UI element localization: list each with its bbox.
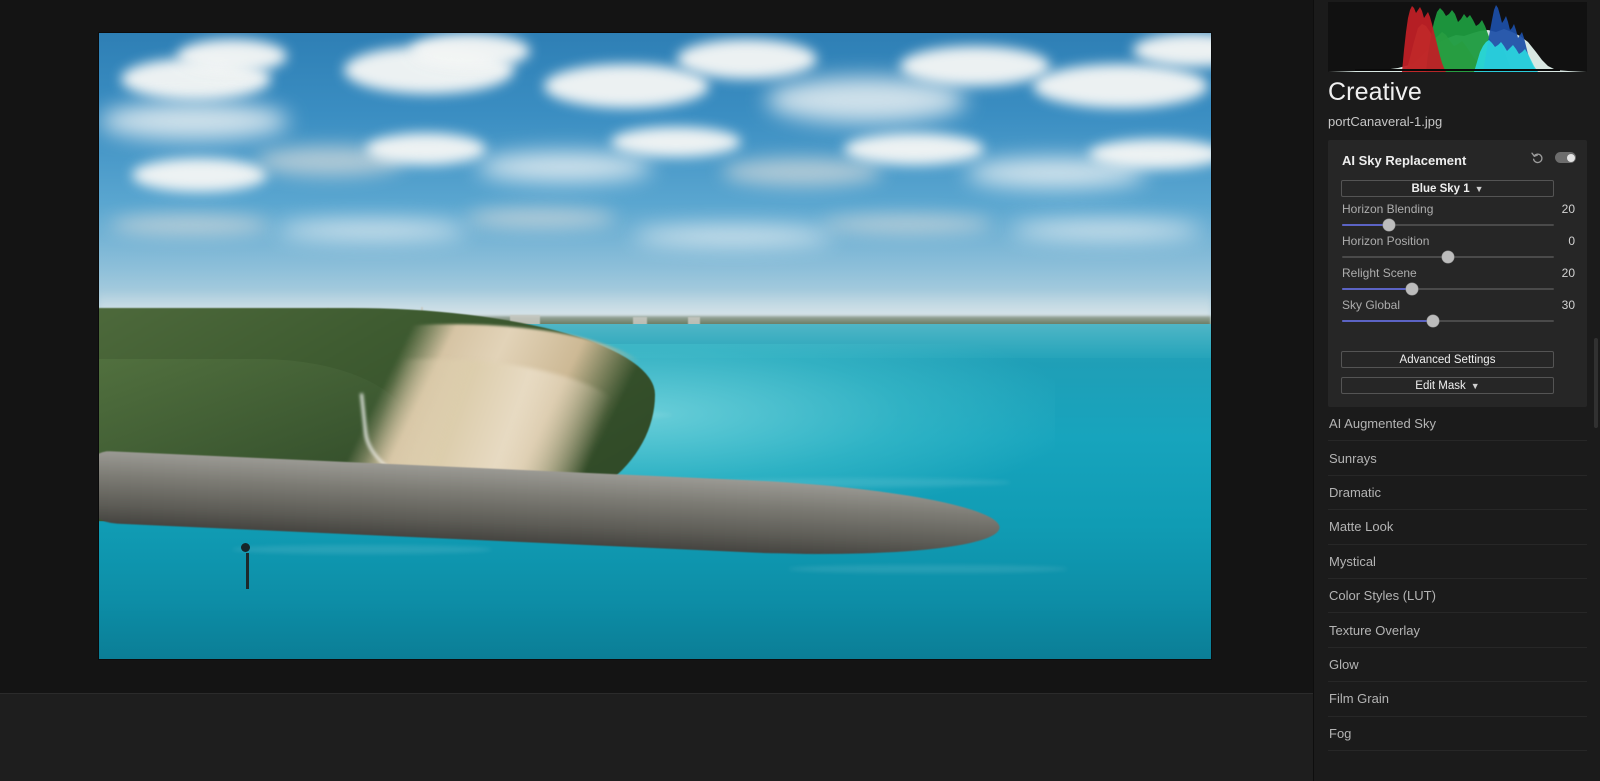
slider-fill xyxy=(1342,288,1412,290)
list-item[interactable]: Color Styles (LUT) xyxy=(1328,579,1587,614)
cloud xyxy=(1033,64,1209,109)
slider-label: Sky Global xyxy=(1342,298,1401,312)
list-item[interactable]: Fog xyxy=(1328,717,1587,751)
slider-track[interactable] xyxy=(1342,315,1554,327)
list-item[interactable]: Sunrays xyxy=(1328,441,1587,476)
list-item-label: Sunrays xyxy=(1329,450,1377,466)
list-item-label: Mystical xyxy=(1329,553,1376,569)
list-item[interactable]: Film Grain xyxy=(1328,682,1587,717)
slider-label: Horizon Blending xyxy=(1342,202,1434,216)
wave-highlight xyxy=(232,545,493,555)
cloud xyxy=(821,214,992,233)
slider-value: 0 xyxy=(1568,234,1575,248)
sidebar-scrollbar[interactable] xyxy=(1594,338,1598,428)
cloud xyxy=(610,126,741,157)
slider-value: 20 xyxy=(1561,202,1575,216)
undo-reset-icon[interactable] xyxy=(1531,151,1544,164)
slider-track[interactable] xyxy=(1342,219,1554,231)
slider-fill xyxy=(1342,224,1389,226)
cloud xyxy=(276,220,467,239)
creative-module-list: AI Augmented Sky Sunrays Dramatic Matte Loo… xyxy=(1328,407,1587,751)
slider-label: Relight Scene xyxy=(1342,266,1417,280)
list-item[interactable]: Mystical xyxy=(1328,545,1587,579)
module-header-icons xyxy=(1531,151,1576,164)
edit-mask-label: Edit Mask xyxy=(1415,379,1466,392)
visibility-toggle[interactable] xyxy=(1555,152,1576,163)
luminar-editor-window: PORTCANAVERAL-1.JPG ★ ★ xyxy=(0,0,1600,781)
edit-sidebar: Creative portCanaveral-1.jpg AI Sky Repl… xyxy=(1313,0,1600,781)
list-item[interactable]: Texture Overlay xyxy=(1328,613,1587,648)
slider-value: 20 xyxy=(1561,266,1575,280)
cloud xyxy=(176,39,287,74)
photo-viewport[interactable] xyxy=(99,33,1211,659)
list-item-label: Film Grain xyxy=(1329,691,1389,707)
slider-handle[interactable] xyxy=(1442,251,1454,263)
cloud xyxy=(99,101,289,140)
cloud xyxy=(766,76,967,123)
wave-highlight xyxy=(788,565,1069,574)
list-item-label: Dramatic xyxy=(1329,484,1382,500)
cloud xyxy=(899,45,1050,86)
list-item-label: Fog xyxy=(1329,725,1352,741)
chevron-down-icon: ▼ xyxy=(1474,183,1484,194)
edited-photo xyxy=(99,33,1211,659)
bottom-toolbar: PORTCANAVERAL-1.JPG ★ ★ xyxy=(0,693,1313,781)
cloud xyxy=(721,158,882,187)
page-title: Creative xyxy=(1328,78,1422,106)
slider-fill xyxy=(1342,320,1434,322)
cloud xyxy=(477,151,653,182)
advanced-settings-button[interactable]: Advanced Settings xyxy=(1341,351,1554,368)
slider-value: 30 xyxy=(1561,298,1575,312)
cloud xyxy=(632,227,833,246)
list-item[interactable]: AI Augmented Sky xyxy=(1328,407,1587,442)
list-item[interactable]: Glow xyxy=(1328,648,1587,683)
cloud xyxy=(844,133,985,166)
sidebar-filename: portCanaveral-1.jpg xyxy=(1328,114,1443,129)
cloud xyxy=(1010,220,1201,239)
sky-preset-value: Blue Sky 1 xyxy=(1411,182,1470,195)
module-title: AI Sky Replacement xyxy=(1342,153,1467,168)
ai-sky-replacement-panel: AI Sky Replacement Blue Sky 1 ▼ Horizon … xyxy=(1328,140,1587,407)
canvas-area xyxy=(0,0,1313,693)
slider-label: Horizon Position xyxy=(1342,234,1430,248)
slider-handle[interactable] xyxy=(1405,283,1418,295)
edit-mask-button[interactable]: Edit Mask ▼ xyxy=(1341,377,1554,394)
cloud xyxy=(365,133,486,166)
list-item-label: Texture Overlay xyxy=(1329,622,1421,638)
slider-track[interactable] xyxy=(1342,251,1554,263)
cloud xyxy=(543,64,709,109)
channel-marker-post xyxy=(245,552,249,589)
list-item-label: Glow xyxy=(1329,656,1359,672)
sky-preset-select[interactable]: Blue Sky 1 ▼ xyxy=(1341,180,1554,197)
slider-handle[interactable] xyxy=(1427,315,1440,327)
list-item-label: AI Augmented Sky xyxy=(1329,416,1436,432)
list-item[interactable]: Matte Look xyxy=(1328,510,1587,545)
chevron-down-icon: ▼ xyxy=(1470,380,1480,391)
list-item-label: Matte Look xyxy=(1329,519,1394,535)
cloud xyxy=(110,214,271,235)
list-item[interactable]: Dramatic xyxy=(1328,476,1587,511)
slider-track[interactable] xyxy=(1342,283,1554,295)
rgb-histogram[interactable] xyxy=(1328,2,1587,72)
module-header: AI Sky Replacement xyxy=(1328,146,1587,170)
cloud xyxy=(410,33,531,69)
slider-handle[interactable] xyxy=(1382,219,1395,231)
list-item-label: Color Styles (LUT) xyxy=(1329,588,1436,604)
